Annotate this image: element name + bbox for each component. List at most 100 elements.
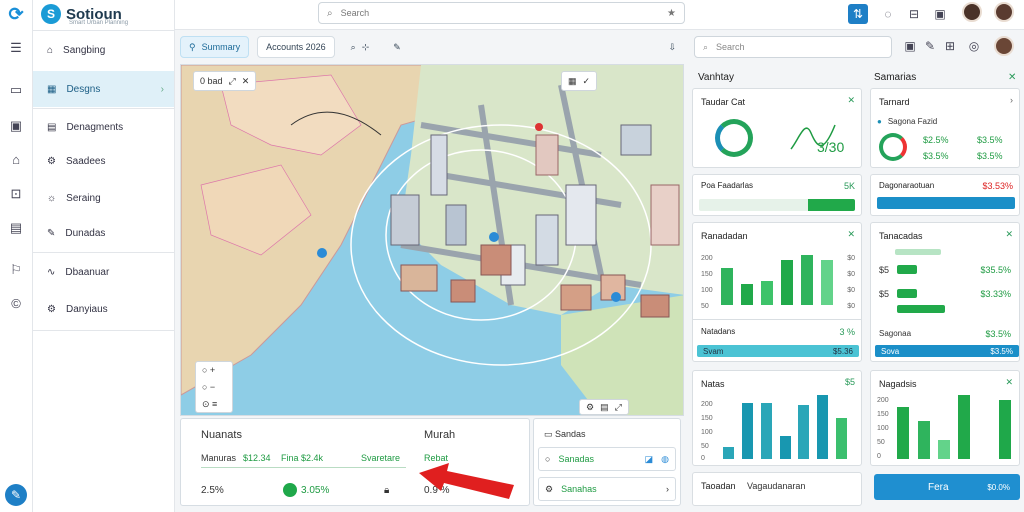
presentation-icon[interactable]: ⊡ (8, 186, 24, 202)
bar-chart (893, 393, 1015, 459)
app-logo-icon[interactable]: ⟳ (4, 2, 28, 26)
briefcase-icon[interactable]: ⌂ (8, 152, 24, 168)
axis-tick: 50 (701, 303, 709, 310)
zoom-control: ○ + ○ − ⊙ ≡ (195, 361, 233, 413)
menu-icon[interactable]: ☰ (8, 40, 24, 56)
chart-bar (760, 403, 772, 459)
document-icon[interactable]: ▭ (8, 82, 24, 98)
card-title: Natadans (701, 327, 736, 336)
chat-icon[interactable]: ◌ (878, 4, 898, 24)
row-label: Sanahas (561, 484, 597, 494)
map-bottom-controls[interactable]: ⚙ ▤ ⤢ (579, 399, 629, 415)
edit-icon[interactable]: ◪ (645, 454, 654, 465)
card-title: Poa Faadarlas (701, 181, 754, 190)
app-tagline: Smart Urban Planning (69, 20, 129, 26)
edit-icon[interactable]: ✎ (920, 36, 940, 56)
grid-icon: ▦ (568, 75, 577, 86)
button-sublabel: $0.0% (987, 482, 1010, 492)
column-header: Vanhtay (698, 72, 734, 83)
window-icon[interactable]: ▣ (930, 4, 950, 24)
close-icon[interactable]: ✕ (1008, 72, 1016, 83)
zoom-out-button[interactable]: ○ − (196, 379, 232, 396)
inbox-icon[interactable]: ⊟ (904, 4, 924, 24)
quick-action-button[interactable]: ✎ (5, 484, 27, 506)
grid-icon[interactable]: ⊞ (940, 36, 960, 56)
axis-tick: $0 (847, 303, 855, 310)
axis-tick: 0 (877, 453, 881, 460)
info-icon[interactable]: ◍ (661, 454, 669, 465)
file-icon[interactable]: ▤ (8, 220, 24, 236)
avatar[interactable] (994, 2, 1014, 22)
progress-strip: Svam $5.36 (697, 345, 859, 357)
locate-icon: ⌕ (350, 41, 356, 52)
card-value: $3.5% (977, 135, 1003, 145)
card-value: $3.5% (977, 151, 1003, 161)
edit-icon: ✎ (47, 227, 56, 239)
chart-bar (917, 421, 930, 459)
flag-icon[interactable]: ⚐ (8, 262, 24, 278)
pointer-arrow-icon (419, 463, 514, 499)
map-view-toggle[interactable]: ▦ ✓ (561, 71, 598, 91)
chip-label: Summary (201, 42, 241, 52)
card-value: 5K (843, 181, 855, 191)
chart-bar (998, 400, 1011, 459)
fullscreen-icon: ⤢ (228, 75, 236, 86)
bar-chart (717, 253, 837, 305)
close-icon[interactable]: ✕ (847, 229, 855, 240)
right-search-input[interactable]: ⌕ Search (694, 36, 892, 58)
sandas-title: ▭ Sandas (544, 429, 586, 440)
gear-icon: ⚙ (47, 303, 56, 315)
axis-tick: 50 (877, 439, 885, 446)
close-icon[interactable]: ✕ (1005, 377, 1013, 388)
layers-button[interactable]: ⊙ ≡ (196, 396, 232, 413)
sidebar-item-2[interactable]: ▤ Denagments (33, 109, 174, 145)
search-input[interactable]: ⌕ Search ★ (318, 2, 685, 24)
avatar[interactable] (994, 36, 1014, 56)
window-icon: ▭ (544, 429, 556, 439)
panel-subtitle: Murah (424, 429, 456, 441)
summary-chip[interactable]: ⚲ Summary (180, 36, 250, 58)
check-icon: ✓ (582, 75, 591, 86)
chevron-right-icon: › (666, 484, 669, 494)
axis-tick: $0 (847, 255, 855, 262)
card-value: $3.53% (982, 181, 1013, 191)
sidebar-item-label: Desgns (66, 83, 101, 95)
accounts-chip[interactable]: Accounts 2026 (257, 36, 335, 58)
primary-action-button[interactable]: Fera $0.0% (874, 474, 1020, 500)
filter-button[interactable]: ⇅ (848, 4, 868, 24)
image-icon[interactable]: ▣ (8, 118, 24, 134)
chart-bar (761, 281, 773, 305)
brand-logo-icon: S (41, 4, 61, 24)
card-title: Natas (701, 379, 725, 389)
card-title: Ranadadan (701, 231, 748, 241)
city-map[interactable]: 0 bad ⤢ ✕ ▦ ✓ ○ + ○ − ⊙ ≡ ⚙ ▤ ⤢ (180, 64, 684, 416)
card-title: Taoadan (701, 481, 736, 491)
chart-icon: ∿ (47, 266, 56, 278)
export-button[interactable]: ⇩ (660, 36, 684, 58)
settings-icon[interactable]: ◎ (964, 36, 984, 56)
map-filter-chip[interactable]: 0 bad ⤢ ✕ (193, 71, 257, 91)
sidebar-item-7[interactable]: ⚙ Danyiaus (33, 291, 174, 327)
sidebar-item-0[interactable]: ⌂ Sangbing (33, 32, 174, 68)
sidebar-item-6[interactable]: ∿ Dbaanuar (33, 254, 174, 290)
sidebar-item-1[interactable]: ▦ Desgns › (33, 71, 174, 107)
calendar-icon[interactable]: ▣ (900, 36, 920, 56)
locate-button[interactable]: ⌕ ⊹ (343, 36, 378, 58)
help-icon[interactable]: © (8, 296, 24, 312)
draw-button[interactable]: ✎ (385, 36, 409, 58)
zoom-in-button[interactable]: ○ + (196, 362, 232, 379)
avatar[interactable] (962, 2, 982, 22)
chevron-right-icon[interactable]: › (1010, 95, 1013, 105)
close-icon[interactable]: ✕ (1005, 229, 1013, 240)
progress-strip (877, 197, 1015, 209)
sidebar-item-3[interactable]: ⚙ Saadees (33, 143, 174, 179)
card-taoadan: Taoadan Vagaudanaran (692, 472, 862, 506)
sidebar-item-5[interactable]: ✎ Dunadas (33, 215, 174, 251)
close-icon[interactable]: ✕ (847, 95, 855, 106)
sidebar-item-4[interactable]: ☼ Seraing (33, 180, 174, 216)
sandas-row[interactable]: ⚙ Sanahas › (538, 477, 676, 501)
star-icon[interactable]: ★ (667, 8, 676, 19)
axis-tick: 150 (701, 271, 713, 278)
card-badge: $5 (844, 377, 855, 387)
sandas-row[interactable]: ○ Sanadas ◪ ◍ (538, 447, 676, 471)
